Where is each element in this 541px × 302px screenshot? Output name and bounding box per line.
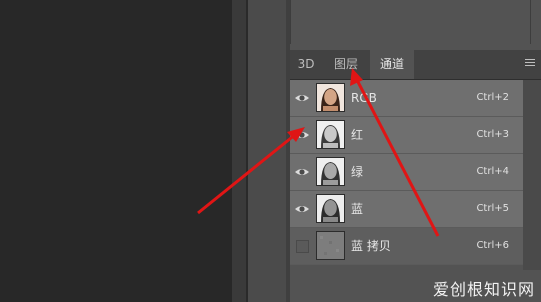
channel-row-green[interactable]: 绿 Ctrl+4: [290, 154, 523, 191]
upper-panel-border-right: [530, 0, 531, 44]
document-canvas: [0, 0, 232, 302]
channel-row-blue-copy[interactable]: 蓝 拷贝 Ctrl+6: [290, 228, 523, 265]
channel-shortcut: Ctrl+4: [476, 166, 509, 177]
tab-3d[interactable]: 3D: [290, 50, 322, 79]
eye-icon[interactable]: [294, 164, 310, 180]
upper-panel-border: [290, 0, 291, 44]
red-channel-thumbnail: [316, 120, 345, 149]
visibility-toggle-empty[interactable]: [296, 240, 309, 253]
channel-row-rgb[interactable]: RGB Ctrl+2: [290, 80, 523, 117]
channel-name: 蓝: [351, 202, 364, 216]
eye-icon[interactable]: [294, 90, 310, 106]
watermark-text: 爱创根知识网: [432, 280, 535, 299]
canvas-edge: [232, 0, 246, 302]
channel-name: 绿: [351, 165, 364, 179]
channels-panel-tabs: 3D 图层 通道: [290, 50, 541, 80]
upper-panel: [290, 0, 541, 44]
blue-copy-thumbnail: [316, 231, 345, 260]
eye-icon[interactable]: [294, 201, 310, 217]
tab-layers[interactable]: 图层: [326, 50, 366, 79]
tab-channels[interactable]: 通道: [370, 50, 414, 79]
channel-row-blue[interactable]: 蓝 Ctrl+5: [290, 191, 523, 228]
channel-name: 蓝 拷贝: [351, 239, 391, 253]
rgb-thumbnail: [316, 83, 345, 112]
eye-icon[interactable]: [294, 127, 310, 143]
panel-menu-icon[interactable]: [525, 59, 535, 69]
collapsed-panel-strip: [248, 0, 286, 302]
channel-row-red[interactable]: 红 Ctrl+3: [290, 117, 523, 154]
channel-shortcut: Ctrl+6: [476, 240, 509, 251]
channels-list: RGB Ctrl+2 红 Ctrl+3 绿 Ctrl+4 蓝 Ctrl+5 蓝 …: [290, 80, 523, 270]
channel-name: RGB: [351, 91, 377, 105]
channel-shortcut: Ctrl+3: [476, 129, 509, 140]
channel-name: 红: [351, 128, 364, 142]
blue-channel-thumbnail: [316, 194, 345, 223]
channels-scrollbar[interactable]: [523, 80, 541, 270]
channel-shortcut: Ctrl+2: [476, 92, 509, 103]
channel-shortcut: Ctrl+5: [476, 203, 509, 214]
green-channel-thumbnail: [316, 157, 345, 186]
